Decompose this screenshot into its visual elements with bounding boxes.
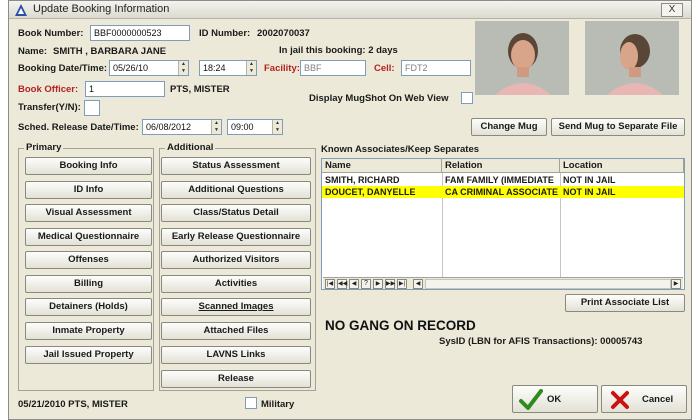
ok-button[interactable]: OK bbox=[512, 385, 598, 413]
release-time-spinner-icon[interactable]: ▲ ▼ bbox=[272, 120, 282, 134]
send-mug-button[interactable]: Send Mug to Separate File bbox=[551, 118, 685, 136]
activities-button[interactable]: Activities bbox=[161, 275, 311, 293]
booking-window: Update Booking Information X Book Number… bbox=[8, 0, 692, 420]
detainers-button[interactable]: Detainers (Holds) bbox=[25, 298, 152, 316]
ok-label: OK bbox=[547, 394, 562, 405]
footer-date-user: 05/21/2010 PTS, MISTER bbox=[18, 399, 128, 410]
column-header-location[interactable]: Location bbox=[560, 159, 684, 173]
title-bar: Update Booking Information X bbox=[9, 1, 691, 19]
release-date-value: 06/08/2012 bbox=[146, 122, 192, 132]
status-assessment-button[interactable]: Status Assessment bbox=[161, 157, 311, 175]
date-spinner-icon[interactable]: ▲ ▼ bbox=[178, 61, 188, 75]
release-date-field[interactable]: 06/08/2012 ▲ ▼ bbox=[142, 119, 222, 135]
column-header-relation[interactable]: Relation bbox=[442, 159, 560, 173]
associate-relation: CA CRIMINAL ASSOCIATE bbox=[445, 187, 559, 197]
next-page-icon[interactable]: ▶▶ bbox=[385, 279, 395, 289]
horizontal-scrollbar[interactable] bbox=[425, 279, 671, 289]
military-label: Military bbox=[261, 399, 295, 410]
authorized-visitors-button[interactable]: Authorized Visitors bbox=[161, 251, 311, 269]
scroll-left-icon[interactable]: ◀ bbox=[413, 279, 423, 289]
inmate-property-button[interactable]: Inmate Property bbox=[25, 322, 152, 340]
jail-issued-property-button[interactable]: Jail Issued Property bbox=[25, 346, 152, 364]
in-jail-text: In jail this booking: 2 days bbox=[279, 45, 398, 56]
id-number-value: 2002070037 bbox=[257, 28, 310, 39]
class-status-detail-button[interactable]: Class/Status Detail bbox=[161, 204, 311, 222]
prev-record-icon[interactable]: ◀ bbox=[349, 279, 359, 289]
visual-assessment-button[interactable]: Visual Assessment bbox=[25, 204, 152, 222]
id-info-button[interactable]: ID Info bbox=[25, 181, 152, 199]
book-number-label: Book Number: bbox=[18, 28, 84, 39]
associate-name: SMITH, RICHARD bbox=[325, 175, 400, 185]
book-officer-label: Book Officer: bbox=[18, 84, 79, 95]
release-time-value: 09:00 bbox=[231, 122, 254, 132]
book-officer-name: PTS, MISTER bbox=[170, 84, 230, 95]
mugshot-front bbox=[475, 21, 569, 95]
associates-grid: Name Relation Location SMITH, RICHARD FA… bbox=[321, 158, 685, 290]
window-title: Update Booking Information bbox=[33, 3, 170, 15]
offenses-button[interactable]: Offenses bbox=[25, 251, 152, 269]
mugshot-profile bbox=[585, 21, 679, 95]
booking-date-field[interactable]: 05/26/10 ▲ ▼ bbox=[109, 60, 189, 76]
associate-location: NOT IN JAIL bbox=[563, 187, 616, 197]
table-row[interactable]: SMITH, RICHARD FAM FAMILY (IMMEDIATE NOT… bbox=[322, 174, 684, 186]
cancel-label: Cancel bbox=[642, 394, 674, 405]
name-value: SMITH , BARBARA JANE bbox=[53, 46, 167, 57]
prev-page-icon[interactable]: ◀◀ bbox=[337, 279, 347, 289]
associate-location: NOT IN JAIL bbox=[563, 175, 616, 185]
booking-datetime-label: Booking Date/Time: bbox=[18, 63, 108, 74]
facility-label: Facility: bbox=[264, 63, 300, 74]
cell-label: Cell: bbox=[374, 63, 395, 74]
last-record-icon[interactable]: ▶| bbox=[397, 279, 407, 289]
cancel-x-icon bbox=[611, 391, 629, 409]
close-button[interactable]: X bbox=[661, 3, 683, 17]
additional-questions-button[interactable]: Additional Questions bbox=[161, 181, 311, 199]
check-icon bbox=[519, 389, 543, 410]
scanned-images-button[interactable]: Scanned Images bbox=[161, 298, 311, 316]
sysid-text: SysID (LBN for AFIS Transactions): 00005… bbox=[439, 336, 643, 347]
book-officer-field[interactable]: 1 bbox=[85, 81, 165, 97]
name-label: Name: bbox=[18, 46, 48, 57]
app-icon bbox=[15, 4, 27, 16]
booking-info-button[interactable]: Booking Info bbox=[25, 157, 152, 175]
first-record-icon[interactable]: |◀ bbox=[325, 279, 335, 289]
associates-title: Known Associates/Keep Separates bbox=[321, 144, 480, 155]
cell-field[interactable]: FDT2 bbox=[401, 60, 471, 76]
column-header-name[interactable]: Name bbox=[322, 159, 442, 173]
query-icon[interactable]: ? bbox=[361, 279, 371, 289]
additional-group-title: Additional bbox=[165, 142, 216, 153]
associate-relation: FAM FAMILY (IMMEDIATE bbox=[445, 175, 554, 185]
gang-status-text: NO GANG ON RECORD bbox=[325, 318, 476, 333]
booking-date-value: 05/26/10 bbox=[113, 63, 149, 73]
print-associate-list-button[interactable]: Print Associate List bbox=[565, 294, 685, 312]
medical-questionnaire-button[interactable]: Medical Questionnaire bbox=[25, 228, 152, 246]
scroll-right-icon[interactable]: ▶ bbox=[671, 279, 681, 289]
military-checkbox[interactable] bbox=[245, 397, 257, 409]
transfer-label: Transfer(Y/N): bbox=[18, 102, 81, 113]
release-datetime-label: Sched. Release Date/Time: bbox=[18, 122, 139, 133]
release-time-field[interactable]: 09:00 ▲ ▼ bbox=[227, 119, 283, 135]
lavns-links-button[interactable]: LAVNS Links bbox=[161, 346, 311, 364]
release-date-spinner-icon[interactable]: ▲ ▼ bbox=[211, 120, 221, 134]
id-number-label: ID Number: bbox=[199, 28, 251, 39]
booking-time-value: 18:24 bbox=[203, 63, 226, 73]
billing-button[interactable]: Billing bbox=[25, 275, 152, 293]
booking-time-field[interactable]: 18:24 ▲ ▼ bbox=[199, 60, 257, 76]
next-record-icon[interactable]: ▶ bbox=[373, 279, 383, 289]
book-number-field[interactable]: BBF0000000523 bbox=[90, 25, 190, 41]
cancel-button[interactable]: Cancel bbox=[601, 385, 687, 413]
time-spinner-icon[interactable]: ▲ ▼ bbox=[246, 61, 256, 75]
change-mug-button[interactable]: Change Mug bbox=[471, 118, 547, 136]
display-mugshot-checkbox[interactable] bbox=[461, 92, 473, 104]
table-row[interactable]: DOUCET, DANYELLE CA CRIMINAL ASSOCIATE N… bbox=[322, 186, 684, 198]
release-button[interactable]: Release bbox=[161, 370, 311, 388]
grid-navigator: |◀ ◀◀ ◀ ? ▶ ▶▶ ▶| ◀ ▶ bbox=[323, 277, 683, 289]
display-mugshot-label: Display MugShot On Web View bbox=[309, 93, 449, 104]
associate-name: DOUCET, DANYELLE bbox=[325, 187, 416, 197]
early-release-questionnaire-button[interactable]: Early Release Questionnaire bbox=[161, 228, 311, 246]
primary-group-title: Primary bbox=[24, 142, 64, 153]
attached-files-button[interactable]: Attached Files bbox=[161, 322, 311, 340]
facility-field[interactable]: BBF bbox=[300, 60, 366, 76]
transfer-field[interactable] bbox=[84, 100, 100, 116]
